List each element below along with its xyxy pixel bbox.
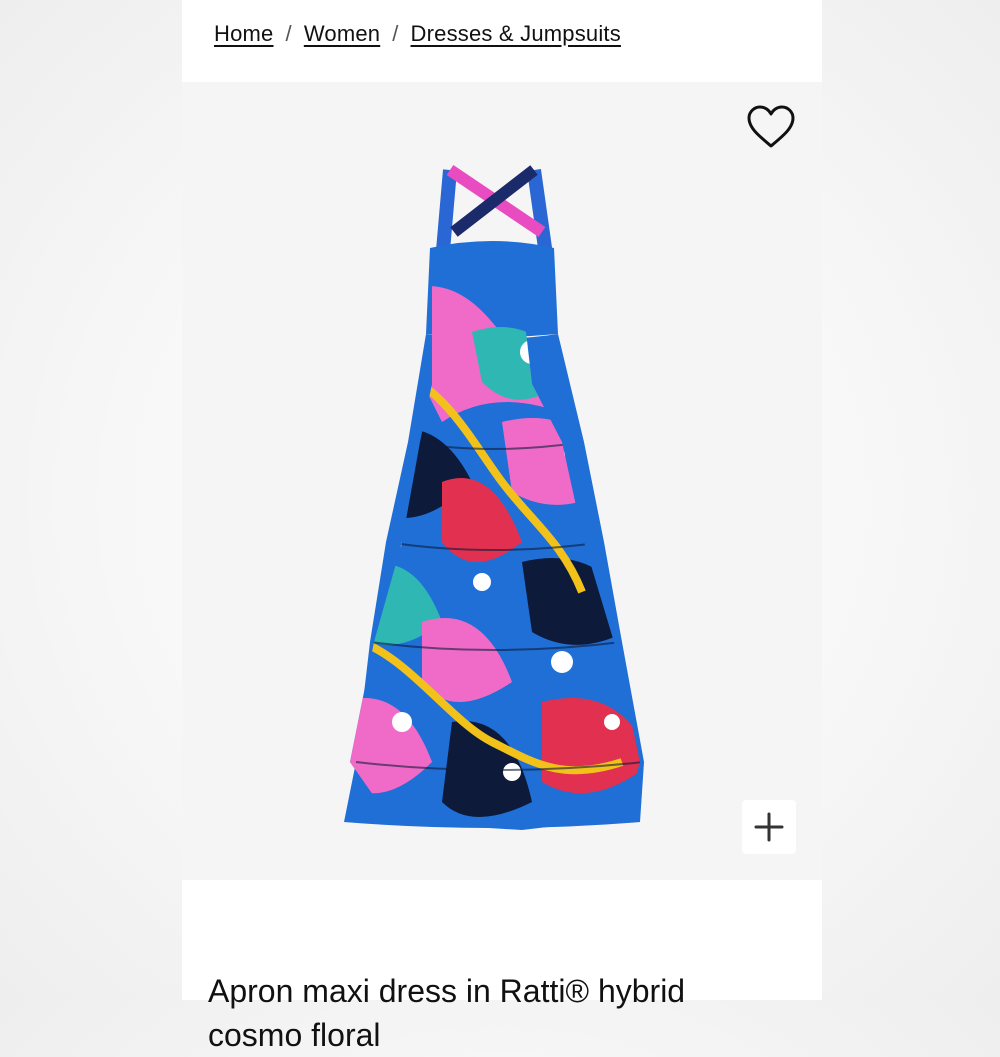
breadcrumb-home[interactable]: Home xyxy=(214,21,274,47)
heart-outline-icon xyxy=(747,105,795,148)
plus-icon xyxy=(754,812,784,842)
breadcrumb-separator: / xyxy=(285,21,292,46)
product-title: Apron maxi dress in Ratti® hybrid cosmo … xyxy=(208,973,686,1054)
product-image[interactable] xyxy=(322,122,682,842)
product-image-panel xyxy=(182,82,822,880)
breadcrumb-women[interactable]: Women xyxy=(304,21,380,47)
breadcrumb-separator: / xyxy=(392,21,399,46)
wishlist-button[interactable] xyxy=(744,100,798,154)
floral-print xyxy=(350,254,640,830)
breadcrumb-dresses-jumpsuits[interactable]: Dresses & Jumpsuits xyxy=(411,21,621,47)
zoom-button[interactable] xyxy=(742,800,796,854)
breadcrumb: Home / Women / Dresses & Jumpsuits xyxy=(214,18,621,50)
